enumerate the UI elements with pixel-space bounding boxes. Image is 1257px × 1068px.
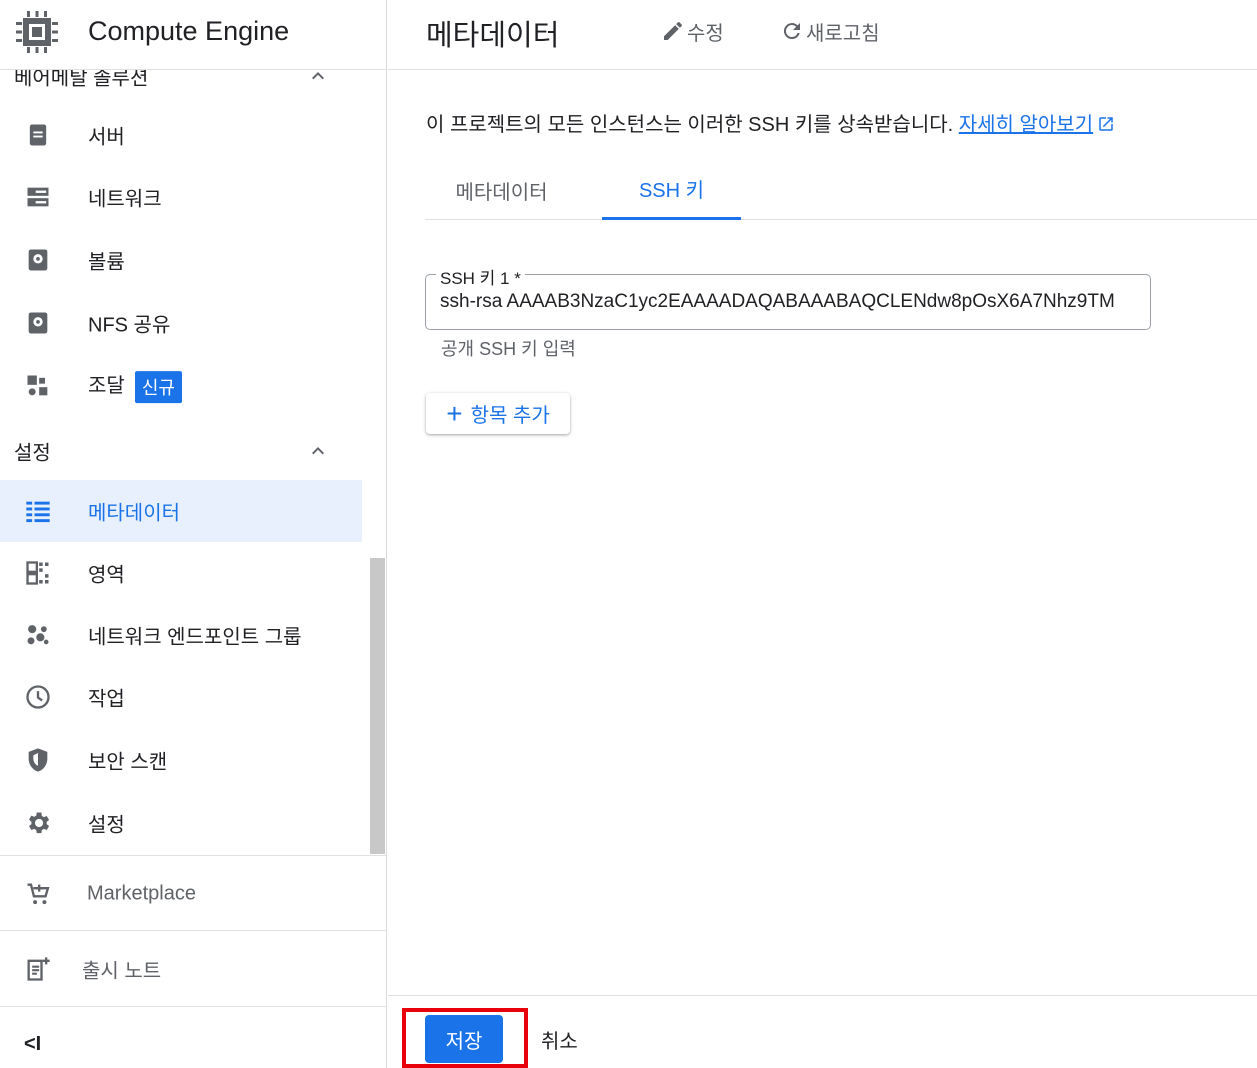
sidebar-item-label: 네트워크 엔드포인트 그룹 <box>88 626 302 649</box>
sidebar-item-label: 설정 <box>88 814 125 837</box>
sidebar-scrollbar[interactable] <box>370 558 385 854</box>
procurement-icon <box>27 375 48 396</box>
release-notes-icon <box>27 956 50 981</box>
zones-icon <box>26 561 49 585</box>
page-header: 메타데이터 수정 새로고침 <box>388 0 1257 70</box>
external-link-icon[interactable] <box>1097 115 1115 133</box>
chevron-up-icon <box>312 447 324 455</box>
edit-label: 수정 <box>687 22 724 45</box>
app-title: Compute Engine <box>88 16 290 46</box>
add-item-button[interactable]: + 항목 추가 <box>426 393 570 434</box>
sidebar-item-networks[interactable]: 네트워크 <box>0 166 362 228</box>
sidebar-item-endpoint-groups[interactable]: 네트워크 엔드포인트 그룹 <box>0 604 362 666</box>
section-settings-label: 설정 <box>14 442 51 465</box>
endpoint-group-icon <box>27 625 49 645</box>
description: 이 프로젝트의 모든 인스턴스는 이러한 SSH 키를 상속받습니다. <box>426 114 954 136</box>
sidebar-item-marketplace[interactable]: Marketplace <box>0 855 386 931</box>
save-button[interactable]: 저장 <box>425 1015 503 1063</box>
collapse-sidebar-button[interactable]: <I <box>0 1006 386 1068</box>
network-icon <box>27 187 49 207</box>
security-scan-icon <box>28 748 48 772</box>
sidebar-item-label: 볼륨 <box>88 251 125 274</box>
learn-more-link[interactable]: 자세히 알아보기 <box>959 114 1093 136</box>
refresh-icon <box>783 23 800 40</box>
ssh-key-helper-text: 공개 SSH 키 입력 <box>441 339 576 359</box>
sidebar-item-label: 서버 <box>88 126 125 149</box>
section-settings[interactable]: 설정 <box>0 421 362 481</box>
settings-gear-icon <box>29 812 50 834</box>
new-badge: 신규 <box>134 370 182 403</box>
sidebar-item-nfs-shares[interactable]: NFS 공유 <box>0 292 362 354</box>
release-notes-label: 출시 노트 <box>82 960 162 982</box>
sidebar-item-procurement[interactable]: 조달 신규 <box>0 355 362 417</box>
edit-button[interactable]: 수정 <box>661 16 724 46</box>
sidebar-item-label-text: 조달 <box>88 375 125 398</box>
sidebar-item-release-notes[interactable]: 출시 노트 <box>0 930 386 1006</box>
main-content: 메타데이터 수정 새로고침 이 프로젝트의 모든 인스턴스는 이러한 SSH 키… <box>388 0 1257 1068</box>
action-bar: 저장 취소 <box>388 995 1257 1068</box>
volume-icon <box>28 249 48 271</box>
sidebar-item-label: 영역 <box>88 564 125 587</box>
page-title: 메타데이터 <box>426 20 560 52</box>
ssh-key-field-label: SSH 키 1 * <box>436 264 525 289</box>
add-item-label: 항목 추가 <box>470 405 550 427</box>
tab-metadata[interactable]: 메타데이터 <box>432 160 571 220</box>
marketplace-label: Marketplace <box>87 882 196 904</box>
refresh-label: 새로고침 <box>806 22 880 45</box>
server-icon <box>29 124 47 146</box>
sidebar-item-label: 네트워크 <box>88 188 162 211</box>
sidebar: 베어메탈 솔루션 서버 네트워크 볼륨 NFS 공유 조달 신규 설정 메타데이… <box>0 0 387 1068</box>
plus-icon: + <box>446 397 463 429</box>
refresh-button[interactable]: 새로고침 <box>780 16 880 46</box>
sidebar-item-zones[interactable]: 영역 <box>0 542 362 604</box>
sidebar-item-operations[interactable]: 작업 <box>0 666 362 728</box>
sidebar-item-label: 메타데이터 <box>88 502 180 525</box>
marketplace-cart-icon <box>27 883 50 904</box>
metadata-icon <box>26 501 50 523</box>
pencil-icon <box>664 22 682 40</box>
sidebar-item-label: 작업 <box>88 688 125 711</box>
sidebar-item-servers[interactable]: 서버 <box>0 104 362 166</box>
sidebar-item-security-scan[interactable]: 보안 스캔 <box>0 729 362 791</box>
sidebar-item-label: 조달 신규 <box>88 369 182 403</box>
sidebar-nav: 베어메탈 솔루션 서버 네트워크 볼륨 NFS 공유 조달 신규 설정 메타데이… <box>0 0 386 855</box>
compute-engine-logo-icon <box>16 11 58 53</box>
operations-icon <box>26 685 50 709</box>
sidebar-item-label: 보안 스캔 <box>88 751 168 774</box>
sidebar-item-settings[interactable]: 설정 <box>0 792 362 854</box>
sidebar-item-label: NFS 공유 <box>88 314 171 337</box>
cancel-button[interactable]: 취소 <box>541 1025 578 1054</box>
sidebar-item-metadata[interactable]: 메타데이터 <box>0 480 362 542</box>
sidebar-item-volumes[interactable]: 볼륨 <box>0 229 362 291</box>
description-text: 이 프로젝트의 모든 인스턴스는 이러한 SSH 키를 상속받습니다. 자세히 … <box>426 108 1115 137</box>
tab-bar: 메타데이터 SSH 키 <box>425 160 1257 220</box>
ssh-key-input[interactable] <box>440 289 1136 315</box>
nfs-share-icon <box>28 312 48 334</box>
tab-ssh-keys[interactable]: SSH 키 <box>602 160 741 220</box>
learn-more-label: 자세히 알아보기 <box>958 114 1094 136</box>
sidebar-header: Compute Engine <box>0 0 386 70</box>
ssh-key-field[interactable]: SSH 키 1 * <box>425 264 1151 330</box>
collapse-icon: <I <box>24 1033 42 1055</box>
